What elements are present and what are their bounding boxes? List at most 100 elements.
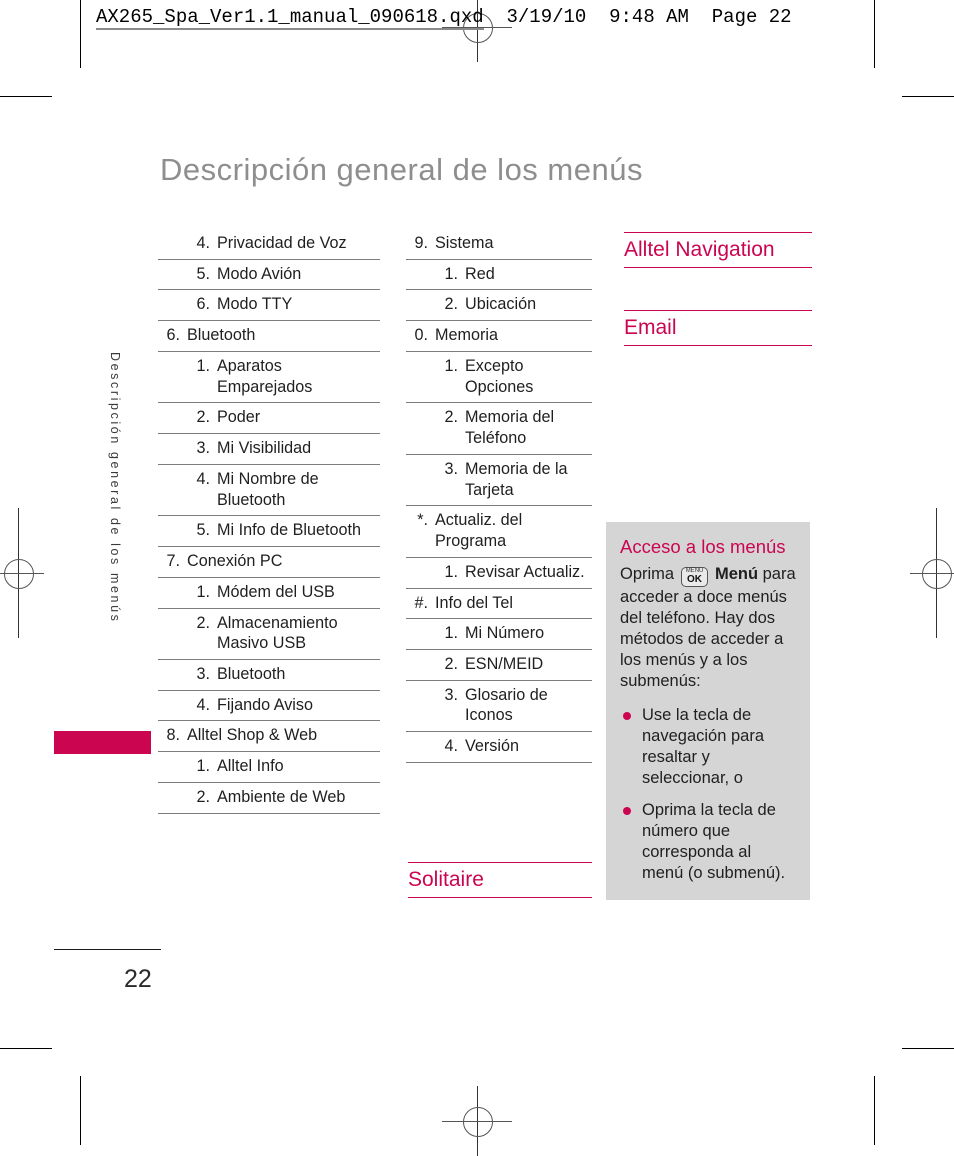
menu-row: 1. Alltel Info [158,751,380,782]
menu-row: 2. ESN/MEID [406,649,592,680]
menu-row-number: 4. [196,469,210,488]
menu-row: 6. Modo TTY [158,289,380,320]
info-box-intro-after: para acceder a doce menús del teléfono. … [620,565,796,690]
menu-row-number: 2. [196,613,210,632]
menu-row: 2. Ambiente de Web [158,781,380,813]
menu-row-number: 4. [444,737,458,756]
info-box-bullet-list: Use la tecla de navegación para resaltar… [620,705,796,884]
menu-row-number: 2. [196,787,210,806]
menu-row-number: 3. [444,685,458,704]
menu-row: 3. Glosario de Iconos [406,679,592,731]
menu-row-number: 2. [444,655,458,674]
menu-row-label: Versión [465,737,519,756]
menu-row-label: Memoria del Teléfono [465,408,555,448]
page-number-rule [54,949,161,950]
menu-row-label: Revisar Actualiz. [465,562,585,581]
menu-row-label: Modo Avión [217,264,302,283]
menu-row-number: 2. [444,408,458,427]
menu-row-number: 0. [414,326,428,345]
menu-row: 6. Bluetooth [158,320,380,351]
menu-row-number: *. [417,511,428,530]
crop-mark-bottom-right-horizontal [902,1048,954,1049]
menu-row-label: Excepto Opciones [465,356,534,396]
menu-row-label: Red [465,264,495,283]
menu-row: 4. Versión [406,731,592,762]
menu-row-label: Conexión PC [187,552,283,571]
menu-row-label: Mi Visibilidad [217,439,312,458]
menu-column-2: 9. Sistema 1. Red 2. Ubicación 0. Memoria 1. Exce… [406,232,592,763]
menu-row: 1. Módem del USB [158,576,380,608]
menu-row-number: 1. [444,264,458,283]
menu-column-closing-rule [158,812,380,814]
menu-row-number: 1. [196,356,210,375]
menu-row: 1. Mi Número [406,618,592,649]
menu-row: 7. Conexión PC [158,546,380,577]
menu-row: #. Info del Tel [406,587,592,619]
crop-mark-top-left-vertical [80,0,81,68]
menu-row-label: Privacidad de Voz [217,234,347,252]
menu-row-label: Bluetooth [187,326,256,345]
menu-ok-key-icon: MENU OK [680,567,709,588]
file-header-strip: AX265_Spa_Ver1.1_manual_090618.qxd 3/19/… [96,6,792,30]
menu-row: 8. Alltel Shop & Web [158,720,380,751]
page-number: 22 [124,965,152,993]
menu-row-label: Almacenamiento Masivo USB [217,613,338,653]
menu-row-label: Módem del USB [217,582,335,601]
menu-row-label: Glosario de Iconos [465,685,548,725]
file-header-page-value: 22 [768,6,792,28]
menu-row-number: 5. [196,521,210,540]
menu-row-label: Mi Número [465,624,545,643]
menu-row-number: 4. [196,695,210,714]
menu-row-number: 2. [444,295,458,314]
info-box-key-label: Menú [714,565,759,584]
menu-row: 5. Modo Avión [158,258,380,290]
menu-row-number: 7. [166,552,180,571]
menu-row-label: Modo TTY [217,295,293,314]
menu-row-label: Ambiente de Web [217,787,346,806]
menu-column-closing-rule [406,761,592,763]
menu-row: 3. Bluetooth [158,659,380,690]
menu-row-number: #. [414,593,428,612]
menu-row-label: Alltel Info [217,757,284,776]
bullet-dot-icon [623,711,631,720]
section-heading-solitaire: Solitaire [408,862,592,899]
info-box-bullet-item: Oprima la tecla de número que correspond… [620,800,796,884]
menu-row-number: 1. [196,582,210,601]
section-heading-alltel-navigation: Alltel Navigation [624,232,812,269]
crop-mark-top-right-horizontal [902,96,954,97]
page-title: Descripción general de los menús [160,152,643,187]
menu-row: 1. Revisar Actualiz. [406,556,592,588]
info-box-bullet-text: Oprima la tecla de número que correspond… [642,800,786,882]
info-box-intro-before: Oprima [620,565,679,584]
file-header-date: 3/19/10 [506,6,587,28]
menu-row-label: Fijando Aviso [217,695,313,714]
menu-row-number: 6. [166,326,180,345]
menu-row-label: Memoria de la Tarjeta [465,459,568,499]
menu-row-label: Alltel Shop & Web [187,726,318,745]
menu-row-label: Actualiz. del Programa [435,511,523,551]
menu-row-number: 2. [196,408,210,427]
info-box-title: Acceso a los menús [620,536,786,557]
info-box-bullet-text: Use la tecla de navegación para resaltar… [642,705,765,787]
menu-row-number: 3. [196,665,210,684]
menu-row-label: Aparatos Emparejados [217,356,313,396]
file-header-filename: AX265_Spa_Ver1.1_manual_090618.qxd [96,6,484,30]
registration-mark-right [910,508,954,638]
section-heading-email: Email [624,310,812,347]
bullet-dot-icon [623,806,631,815]
side-tab-marker [54,731,151,754]
side-tab-label: Descripción general de los menús [108,352,122,624]
menu-row-label: Mi Nombre de Bluetooth [217,469,319,509]
menu-row: 2. Memoria del Teléfono [406,402,592,453]
menu-row: 0. Memoria [406,320,592,351]
menu-row-number: 1. [196,757,210,776]
crop-mark-top-left-horizontal [0,96,52,97]
menu-row-number: 1. [444,562,458,581]
menu-row-label: Mi Info de Bluetooth [217,521,361,540]
menu-row: 1. Excepto Opciones [406,350,592,402]
menu-row: 1. Red [406,258,592,290]
info-box-acceso-a-los-menus: Acceso a los menús Oprima MENU OK Menú pa… [606,522,810,900]
file-header-time: 9:48 AM [609,6,689,28]
menu-row: 2. Almacenamiento Masivo USB [158,607,380,659]
menu-row: 2. Poder [158,402,380,433]
